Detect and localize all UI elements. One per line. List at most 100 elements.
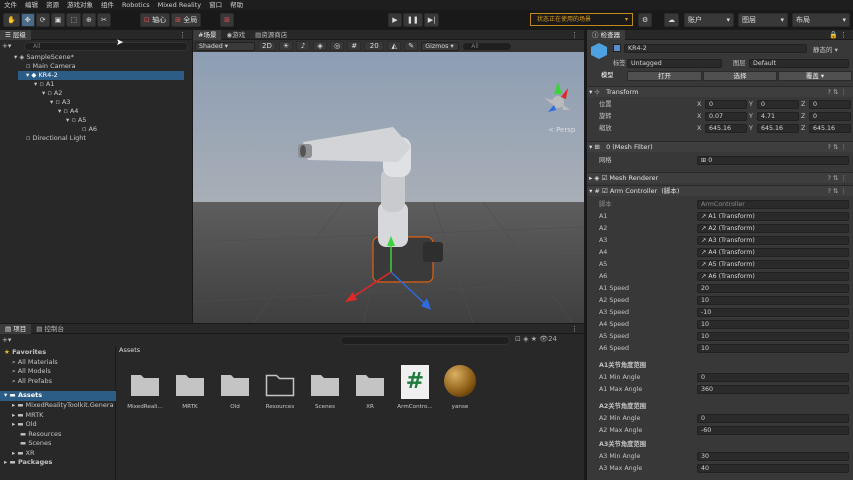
favorites-folder[interactable]: ★ Favorites [4,348,46,358]
asset-tree-item[interactable]: ▬ Scenes [20,439,51,449]
menu-window[interactable]: 窗口 [205,0,226,10]
select-button[interactable]: 选择 [703,71,777,81]
a2-speed-field[interactable]: 10 [697,296,849,305]
tab-asset-store[interactable]: ▤资源商店 [250,30,292,40]
more-icon[interactable]: ⋮ [571,31,578,39]
account-dropdown[interactable]: 账户 ▾ [684,13,734,27]
create-icon[interactable]: +▾ [2,336,11,344]
static-toggle[interactable]: 静态的 ▾ [813,44,838,54]
pause-button[interactable]: ❚❚ [403,13,423,27]
hierarchy-item-main-camera[interactable]: ▫ Main Camera [26,62,76,71]
open-button[interactable]: 打开 [627,71,702,81]
hierarchy-item-a4[interactable]: ▾ ▫ A4 [58,107,78,116]
hierarchy-item-kr4-2[interactable]: ▾ ◆ KR4-2 [18,71,184,80]
hierarchy-item-a1[interactable]: ▾ ▫ A1 [34,80,54,89]
menu-edit[interactable]: 编辑 [21,0,42,10]
tab-inspector[interactable]: ⓘ 检查器 [587,29,626,40]
breadcrumb[interactable]: Assets [119,346,140,354]
a1-max-angle-field[interactable]: 360 [697,385,849,394]
favorite-item[interactable]: ⌕ All Materials [12,358,58,368]
position-y-field[interactable]: 0 [757,100,799,109]
hierarchy-item-a6[interactable]: ▫ A6 [82,125,97,134]
persp-label[interactable]: < Persp [548,126,576,134]
mesh-field[interactable]: ⊞ 0 [697,156,849,165]
layer-dropdown[interactable]: Default [749,59,849,68]
asset-tree-item[interactable]: ▸ ▬ Old [12,420,37,430]
a3-max-angle-field[interactable]: 40 [697,464,849,473]
audio-icon[interactable]: ♪ [296,41,311,51]
more-icon[interactable]: ⋮ [179,31,186,39]
scale-y-field[interactable]: 645.16 [757,124,799,133]
layers-dropdown[interactable]: 图层 ▾ [738,13,788,27]
tab-hierarchy[interactable]: ☰ 层级 [0,29,31,40]
menu-component[interactable]: 组件 [97,0,118,10]
joint-a6-field[interactable]: ↗ A6 (Transform) [697,272,849,281]
tag-dropdown[interactable]: Untagged [627,59,722,68]
component-menu-icon[interactable]: ? ⇅ ⋮ [827,142,847,152]
menu-robotics[interactable]: Robotics [118,0,154,10]
hidden-objects-icon[interactable]: ◎ [330,41,345,51]
transform-header[interactable]: ▾ ⊹ Transform? ⇅ ⋮ [587,86,853,97]
folder-icon[interactable] [355,371,385,397]
shading-mode-dropdown[interactable]: Shaded ▾ [195,41,255,51]
folder-icon[interactable] [175,371,205,397]
a3-speed-field[interactable]: -10 [697,308,849,317]
scale-x-field[interactable]: 645.16 [705,124,747,133]
rotate-tool-icon[interactable]: ⟳ [35,13,50,27]
hierarchy-item-directional-light[interactable]: ▫ Directional Light [26,134,86,143]
gizmos-dropdown[interactable]: Gizmos ▾ [421,41,460,51]
a1-speed-field[interactable]: 20 [697,284,849,293]
mesh-filter-header[interactable]: ▾ ⊞ 0 (Mesh Filter)? ⇅ ⋮ [587,141,853,152]
favorite-item[interactable]: ⌕ All Prefabs [12,377,52,387]
object-name-field[interactable]: KR4-2 [624,44,807,53]
lock-icon[interactable]: 🔒 ⋮ [829,31,847,39]
cloud-icon[interactable]: ☁ [664,13,679,27]
a5-speed-field[interactable]: 10 [697,332,849,341]
joint-a1-field[interactable]: ↗ A1 (Transform) [697,212,849,221]
menu-assets[interactable]: 资源 [42,0,63,10]
arm-controller-header[interactable]: ▾ # ☑ Arm Controller (脚本)? ⇅ ⋮ [587,185,853,196]
joint-a2-field[interactable]: ↗ A2 (Transform) [697,224,849,233]
asset-tree-item[interactable]: ▬ Resources [20,430,61,440]
step-button[interactable]: ▶| [423,13,440,27]
joint-a3-field[interactable]: ↗ A3 (Transform) [697,236,849,245]
scale-tool-icon[interactable]: ▣ [50,13,66,27]
favorite-item[interactable]: ⌕ All Models [12,367,51,377]
layout-dropdown[interactable]: 布局 ▾ [792,13,850,27]
menu-help[interactable]: 帮助 [226,0,247,10]
a1-min-angle-field[interactable]: 0 [697,373,849,382]
folder-icon[interactable] [220,371,250,397]
add-icon[interactable]: +▾ [2,42,11,50]
position-z-field[interactable]: 0 [809,100,851,109]
material-sphere-icon[interactable] [444,365,476,397]
transform-tool-icon[interactable]: ⊕ [81,13,96,27]
play-button[interactable]: ▶ [388,13,402,27]
folder-icon[interactable] [310,371,340,397]
project-search-input[interactable] [340,336,510,345]
move-tool-icon[interactable]: ✥ [20,13,35,27]
asset-tree-item[interactable]: ▸ ▬ MixedRealityToolkit.Genera [12,401,114,411]
a6-speed-field[interactable]: 10 [697,344,849,353]
overrides-button[interactable]: 覆盖 ▾ [778,71,852,81]
menu-file[interactable]: 文件 [0,0,21,10]
more-icon[interactable]: ⋮ [571,325,578,333]
2d-toggle[interactable]: 2D [258,41,276,51]
scene-status-dropdown[interactable]: 状态正在使用的场景 ▾ [530,13,633,26]
hand-tool-icon[interactable]: ✋ [3,13,20,27]
folder-icon[interactable] [130,371,160,397]
joint-a4-field[interactable]: ↗ A4 (Transform) [697,248,849,257]
grid-icon[interactable]: # [347,41,362,51]
asset-tree-item[interactable]: ▸ ▬ XR [12,449,35,459]
csharp-script-icon[interactable]: # [401,365,429,399]
rotation-y-field[interactable]: 4.71 [757,112,799,121]
component-menu-icon[interactable]: ? ⇅ ⋮ [827,186,847,196]
rotation-z-field[interactable]: 0 [809,112,851,121]
position-x-field[interactable]: 0 [705,100,747,109]
settings-icon[interactable]: ⚙ [638,13,653,27]
custom-tool-icon[interactable]: ✂ [96,13,111,27]
tools-icon[interactable]: ✎ [404,41,419,51]
a3-min-angle-field[interactable]: 30 [697,452,849,461]
tab-scene[interactable]: #场景 [193,29,222,40]
camera-icon[interactable]: ◭ [387,41,402,51]
folder-outline-icon[interactable] [265,371,295,397]
